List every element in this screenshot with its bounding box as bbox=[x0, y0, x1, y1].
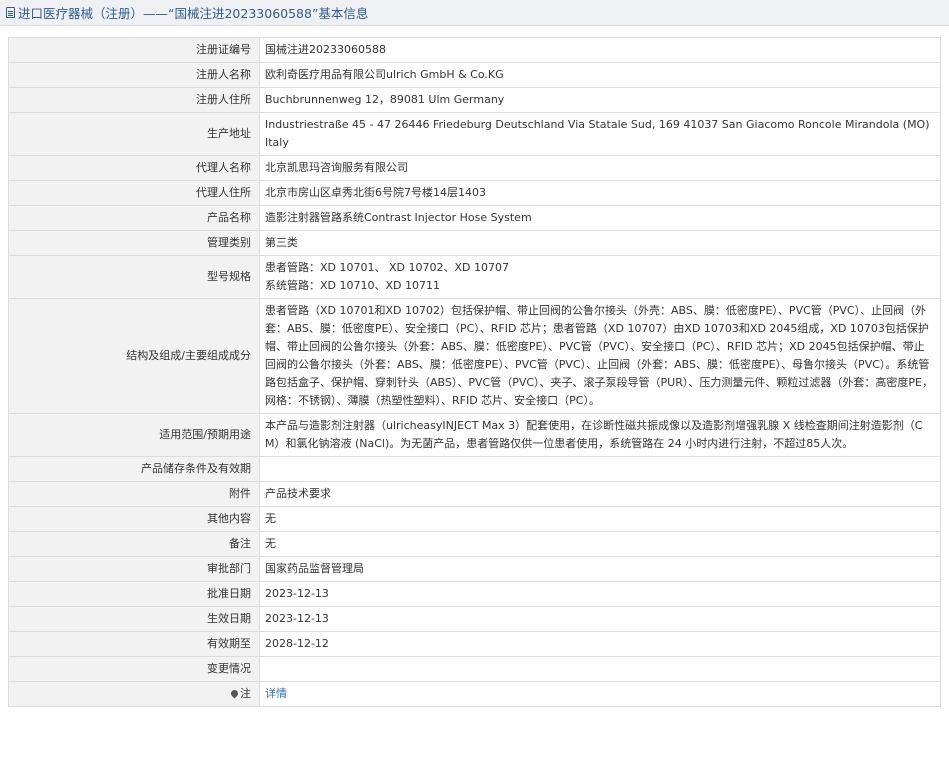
table-row: 结构及组成/主要组成成分 患者管路（XD 10701和XD 10702）包括保护帽… bbox=[8, 298, 941, 414]
field-value bbox=[259, 656, 941, 682]
note-label-cell: 注 bbox=[8, 681, 260, 707]
field-label: 适用范围/预期用途 bbox=[8, 413, 260, 457]
field-value: 欧利奇医疗用品有限公司ulrich GmbH & Co.KG bbox=[259, 62, 941, 88]
field-value: Buchbrunnenweg 12，89081 Ulm Germany bbox=[259, 87, 941, 113]
table-row: 产品储存条件及有效期 bbox=[8, 456, 941, 482]
field-label: 审批部门 bbox=[8, 556, 260, 582]
table-row: 批准日期 2023-12-13 bbox=[8, 581, 941, 607]
table-row: 其他内容无 bbox=[8, 506, 941, 532]
field-value: 本产品与造影剂注射器（ulricheasyINJECT Max 3）配套使用，在… bbox=[259, 413, 941, 457]
field-label: 管理类别 bbox=[8, 230, 260, 256]
detail-link[interactable]: 详情 bbox=[265, 687, 287, 700]
field-value: 造影注射器管路系统Contrast Injector Hose System bbox=[259, 205, 941, 231]
field-value-line: Industriestraße 45 - 47 26446 Friedeburg… bbox=[265, 118, 930, 149]
table-row: 型号规格 患者管路：XD 10701、 XD 10702、XD 10707 系统管路… bbox=[8, 255, 941, 299]
field-label: 生产地址 bbox=[8, 112, 260, 156]
field-label: 结构及组成/主要组成成分 bbox=[8, 298, 260, 414]
field-label: 其他内容 bbox=[8, 506, 260, 532]
field-value-line: 造影注射器管路系统Contrast Injector Hose System bbox=[265, 211, 532, 224]
field-value-line: 北京凯思玛咨询服务有限公司 bbox=[265, 161, 408, 174]
table-row: 有效期至 2028-12-12 bbox=[8, 631, 941, 657]
field-label: 生效日期 bbox=[8, 606, 260, 632]
table-row: 代理人住所 北京市房山区卓秀北街6号院7号楼14层1403 bbox=[8, 180, 941, 206]
table-row: 变更情况 bbox=[8, 656, 941, 682]
field-label: 备注 bbox=[8, 531, 260, 557]
field-value: 无 bbox=[259, 531, 941, 557]
table-row: 注册人住所 Buchbrunnenweg 12，89081 Ulm Germany bbox=[8, 87, 941, 113]
field-label: 有效期至 bbox=[8, 631, 260, 657]
field-value: 国家药品监督管理局 bbox=[259, 556, 941, 582]
note-label: 注 bbox=[240, 687, 251, 700]
field-value: 无 bbox=[259, 506, 941, 532]
field-label: 代理人住所 bbox=[8, 180, 260, 206]
field-label: 附件 bbox=[8, 481, 260, 507]
table-row: 注册证编号 国械注进20233060588 bbox=[8, 37, 941, 63]
field-value-line: 国械注进20233060588 bbox=[265, 43, 386, 56]
field-value-line: 第三类 bbox=[265, 236, 298, 249]
field-label: 批准日期 bbox=[8, 581, 260, 607]
field-value: 患者管路（XD 10701和XD 10702）包括保护帽、带止回阀的公鲁尔接头（… bbox=[259, 298, 941, 414]
field-value: 2028-12-12 bbox=[259, 631, 941, 657]
document-icon bbox=[6, 7, 15, 18]
field-value-line: 患者管路（XD 10701和XD 10702）包括保护帽、带止回阀的公鲁尔接头（… bbox=[265, 304, 933, 407]
field-value: 患者管路：XD 10701、 XD 10702、XD 10707 系统管路：XD … bbox=[259, 255, 941, 299]
field-value: 北京市房山区卓秀北街6号院7号楼14层1403 bbox=[259, 180, 941, 206]
field-value-line: 2023-12-13 bbox=[265, 612, 329, 625]
table-row: 管理类别 第三类 bbox=[8, 230, 941, 256]
table-row: 生效日期 2023-12-13 bbox=[8, 606, 941, 632]
field-label: 变更情况 bbox=[8, 656, 260, 682]
table-row: 适用范围/预期用途 本产品与造影剂注射器（ulricheasyINJECT Max… bbox=[8, 413, 941, 457]
table-row: 注册人名称 欧利奇医疗用品有限公司ulrich GmbH & Co.KG bbox=[8, 62, 941, 88]
field-label: 注册人名称 bbox=[8, 62, 260, 88]
note-row: 注 详情 bbox=[8, 681, 941, 707]
field-value-line: 系统管路：XD 10710、XD 10711 bbox=[265, 279, 440, 292]
field-value-line: 本产品与造影剂注射器（ulricheasyINJECT Max 3）配套使用，在… bbox=[265, 419, 923, 450]
field-value: 2023-12-13 bbox=[259, 581, 941, 607]
field-value bbox=[259, 456, 941, 482]
field-value: Industriestraße 45 - 47 26446 Friedeburg… bbox=[259, 112, 941, 156]
page-title: 进口医疗器械（注册）——“国械注进20233060588”基本信息 bbox=[18, 6, 369, 21]
table-row: 附件 产品技术要求 bbox=[8, 481, 941, 507]
table-row: 产品名称 造影注射器管路系统Contrast Injector Hose Syst… bbox=[8, 205, 941, 231]
field-value-line: Buchbrunnenweg 12，89081 Ulm Germany bbox=[265, 93, 505, 106]
table-row: 代理人名称 北京凯思玛咨询服务有限公司 bbox=[8, 155, 941, 181]
field-value: 产品技术要求 bbox=[259, 481, 941, 507]
field-label: 注册证编号 bbox=[8, 37, 260, 63]
field-label: 代理人名称 bbox=[8, 155, 260, 181]
field-value-line: 无 bbox=[265, 537, 276, 550]
field-value-line: 患者管路：XD 10701、 XD 10702、XD 10707 bbox=[265, 261, 509, 274]
field-value-line: 2028-12-12 bbox=[265, 637, 329, 650]
field-value-line: 2023-12-13 bbox=[265, 587, 329, 600]
field-label: 产品储存条件及有效期 bbox=[8, 456, 260, 482]
table-row: 审批部门 国家药品监督管理局 bbox=[8, 556, 941, 582]
pin-icon bbox=[229, 688, 240, 699]
table-row: 备注无 bbox=[8, 531, 941, 557]
field-value: 北京凯思玛咨询服务有限公司 bbox=[259, 155, 941, 181]
field-value: 第三类 bbox=[259, 230, 941, 256]
field-value-line: 国家药品监督管理局 bbox=[265, 562, 364, 575]
field-label: 型号规格 bbox=[8, 255, 260, 299]
field-value: 2023-12-13 bbox=[259, 606, 941, 632]
note-value-cell: 详情 bbox=[259, 681, 941, 707]
table-row: 生产地址 Industriestraße 45 - 47 26446 Friede… bbox=[8, 112, 941, 156]
page-title-bar: 进口医疗器械（注册）——“国械注进20233060588”基本信息 bbox=[0, 0, 949, 26]
field-value-line: 欧利奇医疗用品有限公司ulrich GmbH & Co.KG bbox=[265, 68, 504, 81]
field-value-line: 产品技术要求 bbox=[265, 487, 331, 500]
field-label: 产品名称 bbox=[8, 205, 260, 231]
field-value: 国械注进20233060588 bbox=[259, 37, 941, 63]
registration-info-table: 注册证编号 国械注进20233060588 注册人名称 欧利奇医疗用品有限公司ulri… bbox=[8, 37, 941, 707]
field-value-line: 无 bbox=[265, 512, 276, 525]
field-label: 注册人住所 bbox=[8, 87, 260, 113]
field-value-line: 北京市房山区卓秀北街6号院7号楼14层1403 bbox=[265, 186, 486, 199]
